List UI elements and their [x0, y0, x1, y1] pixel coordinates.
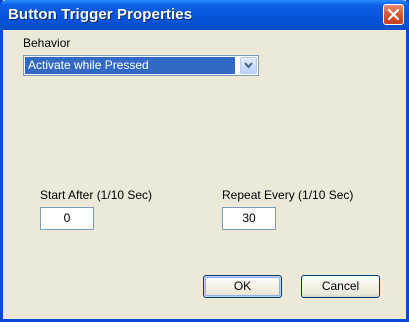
cancel-button[interactable]: Cancel [301, 275, 380, 298]
window-title: Button Trigger Properties [8, 6, 193, 23]
title-bar[interactable]: Button Trigger Properties [0, 0, 409, 30]
behavior-dropdown[interactable]: Activate while Pressed [23, 55, 259, 76]
start-after-label: Start After (1/10 Sec) [40, 188, 153, 202]
behavior-selected-value: Activate while Pressed [25, 57, 235, 74]
start-after-input[interactable]: 0 [40, 207, 94, 230]
behavior-label: Behavior [23, 36, 71, 50]
repeat-every-input[interactable]: 30 [222, 207, 276, 230]
dropdown-button[interactable] [240, 57, 257, 74]
close-icon [388, 9, 399, 20]
repeat-every-label: Repeat Every (1/10 Sec) [222, 188, 354, 202]
ok-button[interactable]: OK [203, 275, 282, 298]
close-button[interactable] [383, 4, 404, 25]
chevron-down-icon [244, 62, 253, 69]
